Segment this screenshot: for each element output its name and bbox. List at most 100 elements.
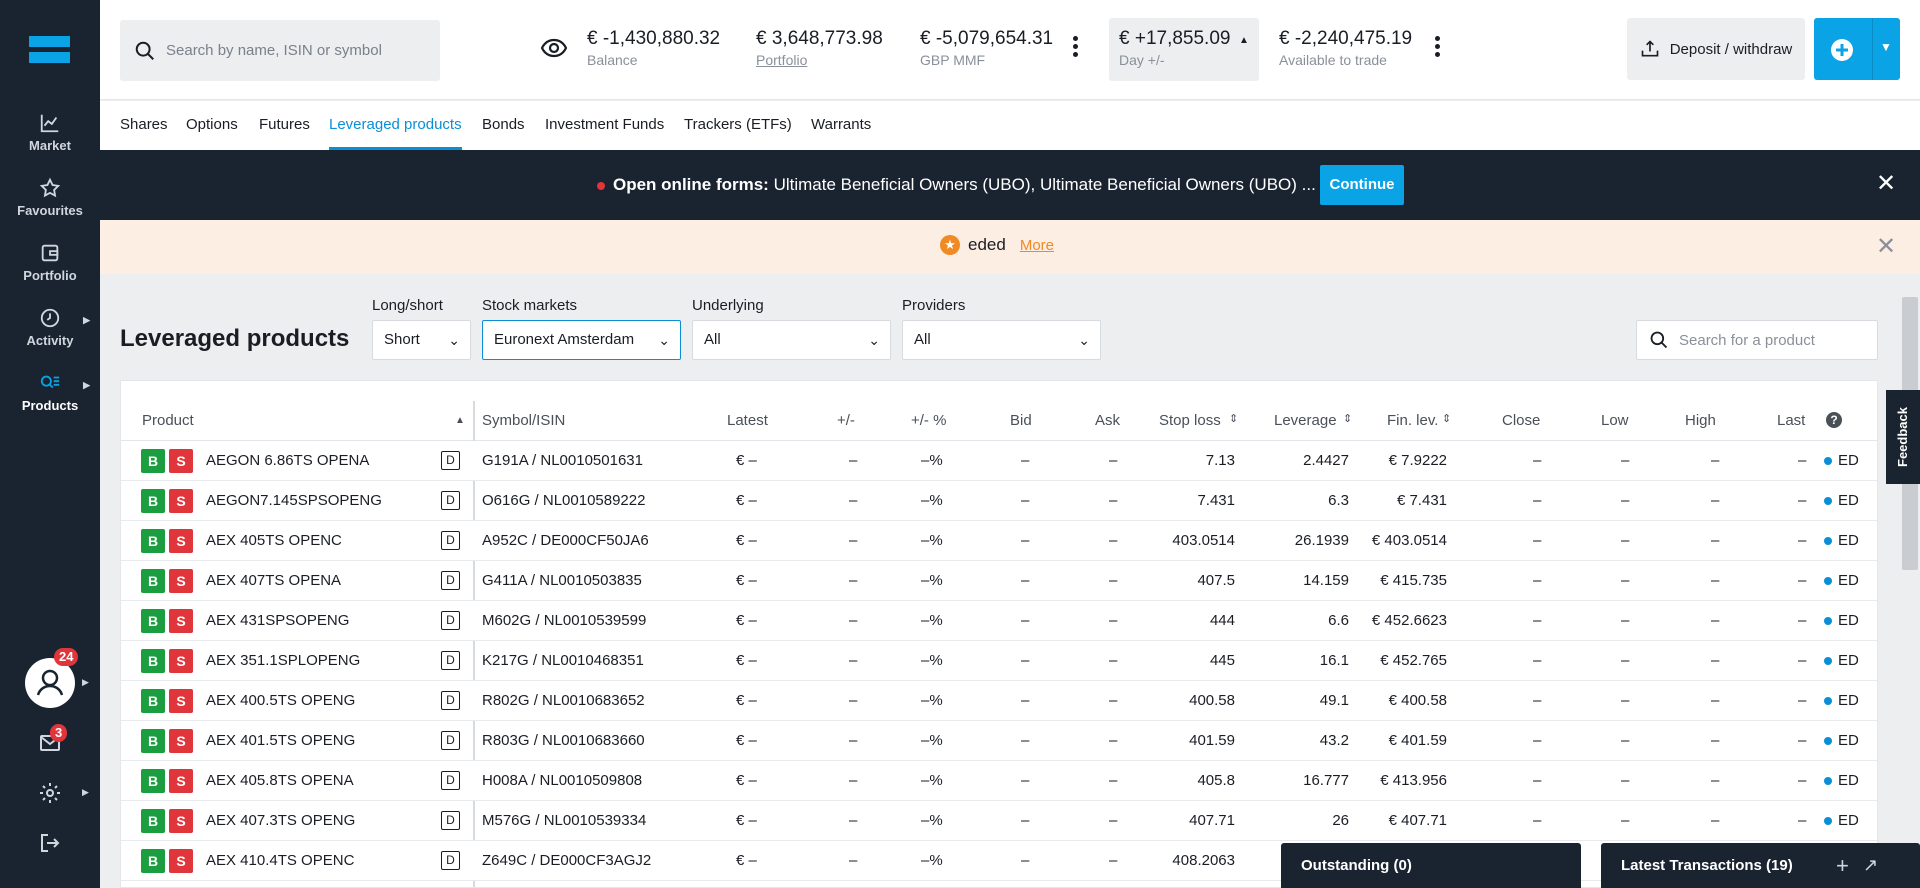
close-icon[interactable]: ✕ <box>1876 235 1896 259</box>
buy-button[interactable]: B <box>141 649 165 673</box>
eye-icon[interactable] <box>541 38 567 58</box>
sort-icon[interactable]: ⇕ <box>1229 412 1238 425</box>
stock-markets-select[interactable]: Euronext Amsterdam ⌄ <box>482 320 681 360</box>
detail-badge[interactable]: D <box>441 451 460 470</box>
sell-button[interactable]: S <box>169 649 193 673</box>
table-row[interactable]: B S AEX 351.1SPLOPENG D K217G / NL0010468351… <box>121 641 1877 681</box>
portfolio-link[interactable]: Portfolio <box>756 52 883 68</box>
col-latest[interactable]: Latest <box>727 412 768 429</box>
table-row[interactable]: B S AEX 401.5TS OPENG D R803G / NL0010683660… <box>121 721 1877 761</box>
tab-bonds[interactable]: Bonds <box>482 116 525 150</box>
detail-badge[interactable]: D <box>441 851 460 870</box>
product-name[interactable]: AEX 405.8TS OPENA <box>206 772 354 789</box>
continue-button[interactable]: Continue <box>1320 165 1404 205</box>
buy-button[interactable]: B <box>141 529 165 553</box>
detail-badge[interactable]: D <box>441 731 460 750</box>
sort-asc-icon[interactable]: ▲ <box>455 415 465 426</box>
table-row[interactable]: B S AEX 407TS OPENA D G411A / NL0010503835 € … <box>121 561 1877 601</box>
detail-badge[interactable]: D <box>441 811 460 830</box>
col-product[interactable]: Product <box>142 412 194 429</box>
table-row[interactable]: B S AEGON 6.86TS OPENA D G191A / NL001050163… <box>121 441 1877 481</box>
product-name[interactable]: AEX 351.1SPLOPENG <box>206 652 360 669</box>
sell-button[interactable]: S <box>169 569 193 593</box>
detail-badge[interactable]: D <box>441 771 460 790</box>
buy-button[interactable]: B <box>141 809 165 833</box>
col-stop-loss[interactable]: Stop loss <box>1159 412 1221 429</box>
deposit-withdraw-button[interactable]: Deposit / withdraw <box>1627 18 1805 80</box>
col-change-pct[interactable]: +/- % <box>911 412 946 429</box>
help-icon[interactable]: ? <box>1825 411 1843 429</box>
underlying-select[interactable]: All ⌄ <box>692 320 891 360</box>
buy-button[interactable]: B <box>141 609 165 633</box>
portfolio-stat[interactable]: € 3,648,773.98 Portfolio <box>756 28 883 68</box>
col-low[interactable]: Low <box>1601 412 1629 429</box>
tab-leveraged-products[interactable]: Leveraged products <box>329 116 462 150</box>
product-name[interactable]: AEX 401.5TS OPENG <box>206 732 355 749</box>
logo[interactable] <box>29 36 70 63</box>
more-menu-icon[interactable] <box>1435 36 1441 60</box>
buy-button[interactable]: B <box>141 769 165 793</box>
buy-button[interactable]: B <box>141 849 165 873</box>
detail-badge[interactable]: D <box>441 571 460 590</box>
more-link[interactable]: More <box>1020 237 1054 254</box>
buy-button[interactable]: B <box>141 449 165 473</box>
sell-button[interactable]: S <box>169 729 193 753</box>
product-name[interactable]: AEX 407.3TS OPENG <box>206 812 355 829</box>
detail-badge[interactable]: D <box>441 531 460 550</box>
tab-investment-funds[interactable]: Investment Funds <box>545 116 664 150</box>
product-search-input[interactable]: Search for a product <box>1679 332 1815 349</box>
tab-shares[interactable]: Shares <box>120 116 168 150</box>
product-name[interactable]: AEX 431SPSOPENG <box>206 612 349 629</box>
buy-button[interactable]: B <box>141 689 165 713</box>
table-row[interactable]: B S AEX 405TS OPENC D A952C / DE000CF50JA6 € … <box>121 521 1877 561</box>
product-search[interactable]: Search for a product <box>1636 320 1878 360</box>
product-name[interactable]: AEX 400.5TS OPENG <box>206 692 355 709</box>
table-row[interactable]: B S AEX 431SPSOPENG D M602G / NL0010539599 € … <box>121 601 1877 641</box>
sidebar-item-activity[interactable]: Activity ▶ <box>0 307 100 348</box>
product-name[interactable]: AEX 410.4TS OPENC <box>206 852 354 869</box>
sidebar-item-portfolio[interactable]: Portfolio <box>0 242 100 283</box>
sort-icon[interactable]: ⇕ <box>1442 412 1451 425</box>
product-name[interactable]: AEGON 6.86TS OPENA <box>206 452 369 469</box>
buy-button[interactable]: B <box>141 569 165 593</box>
col-leverage[interactable]: Leverage <box>1274 412 1337 429</box>
tab-warrants[interactable]: Warrants <box>811 116 871 150</box>
table-row[interactable]: B S AEGON7.145SPSOPENG D O616G / NL001058922… <box>121 481 1877 521</box>
sell-button[interactable]: S <box>169 809 193 833</box>
providers-select[interactable]: All ⌄ <box>902 320 1101 360</box>
search-input[interactable]: Search by name, ISIN or symbol <box>166 42 382 59</box>
sell-button[interactable]: S <box>169 529 193 553</box>
latest-transactions-panel[interactable]: Latest Transactions (19) + ↗ <box>1601 843 1920 888</box>
long-short-select[interactable]: Short ⌄ <box>372 320 471 360</box>
sell-button[interactable]: S <box>169 609 193 633</box>
global-search[interactable]: Search by name, ISIN or symbol <box>120 20 440 81</box>
product-name[interactable]: AEX 407TS OPENA <box>206 572 341 589</box>
expand-icon[interactable]: ↗ <box>1863 843 1878 888</box>
sell-button[interactable]: S <box>169 849 193 873</box>
add-order-button[interactable]: ▼ <box>1814 18 1900 80</box>
product-name[interactable]: AEX 405TS OPENC <box>206 532 342 549</box>
sidebar-item-products[interactable]: Products ▶ <box>0 372 100 413</box>
col-change[interactable]: +/- <box>837 412 855 429</box>
sort-icon[interactable]: ⇕ <box>1343 412 1352 425</box>
close-icon[interactable]: ✕ <box>1876 172 1896 196</box>
product-name[interactable]: AEGON7.145SPSOPENG <box>206 492 382 509</box>
table-row[interactable]: B S AEX 400.5TS OPENG D R802G / NL0010683652… <box>121 681 1877 721</box>
sidebar-item-market[interactable]: Market <box>0 112 100 153</box>
col-fin-lev[interactable]: Fin. lev. <box>1387 412 1438 429</box>
sell-button[interactable]: S <box>169 769 193 793</box>
outstanding-panel[interactable]: Outstanding (0) <box>1281 843 1581 888</box>
detail-badge[interactable]: D <box>441 651 460 670</box>
detail-badge[interactable]: D <box>441 491 460 510</box>
plus-icon[interactable]: + <box>1836 843 1849 888</box>
sell-button[interactable]: S <box>169 689 193 713</box>
col-bid[interactable]: Bid <box>1010 412 1032 429</box>
gear-icon[interactable] <box>38 781 62 805</box>
col-last[interactable]: Last <box>1777 412 1805 429</box>
table-row[interactable]: B S AEX 407.3TS OPENG D M576G / NL0010539334… <box>121 801 1877 841</box>
sell-button[interactable]: S <box>169 449 193 473</box>
detail-badge[interactable]: D <box>441 691 460 710</box>
tab-futures[interactable]: Futures <box>259 116 310 150</box>
logout-icon[interactable] <box>38 831 62 855</box>
col-ask[interactable]: Ask <box>1095 412 1120 429</box>
